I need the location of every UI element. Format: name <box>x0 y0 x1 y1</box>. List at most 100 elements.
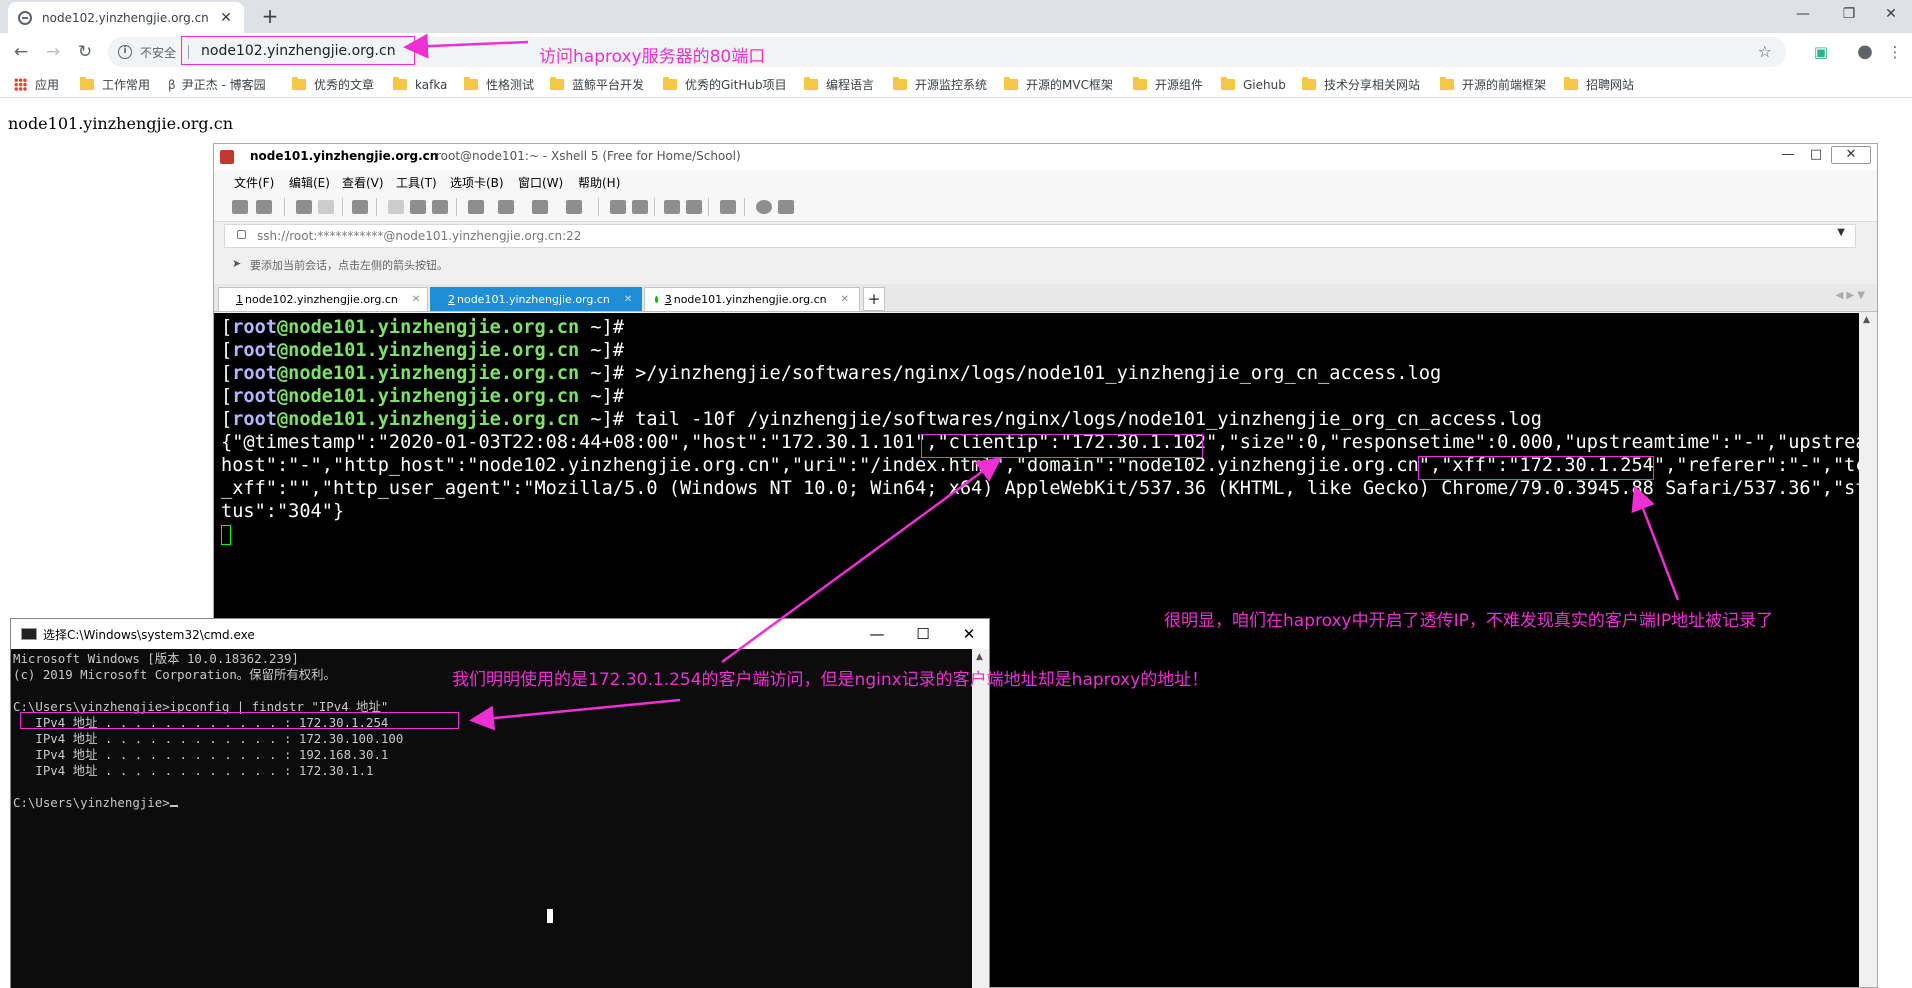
paste-icon[interactable] <box>410 200 426 214</box>
new-tab-button[interactable]: + <box>258 4 282 28</box>
toolbar-separator <box>342 198 343 216</box>
scroll-up-icon[interactable]: ▲ <box>976 652 983 662</box>
menu-view[interactable]: 查看(V) <box>342 174 384 191</box>
bookmark-item[interactable]: 招聘网站 <box>1564 76 1634 93</box>
help-icon[interactable] <box>756 200 772 214</box>
menu-edit[interactable]: 编辑(E) <box>289 174 330 191</box>
menu-window[interactable]: 窗口(W) <box>518 174 563 191</box>
disconnect-icon[interactable] <box>318 200 334 214</box>
bookmark-label: Giehub <box>1243 77 1286 92</box>
session-tab-1[interactable]: 1 node102.yinzhengjie.org.cn ✕ <box>218 287 428 311</box>
scroll-up-icon[interactable]: ▲ <box>1863 315 1870 325</box>
bookmark-item[interactable]: 技术分享相关网站 <box>1302 76 1420 93</box>
cmd-console[interactable]: Microsoft Windows [版本 10.0.18362.239] (c)… <box>11 649 973 988</box>
script-icon[interactable] <box>632 200 648 214</box>
bookmark-label: 蓝鲸平台开发 <box>572 78 645 92</box>
bookmark-item[interactable]: 开源的MVC框架 <box>1004 76 1113 93</box>
close-window-icon[interactable]: ✕ <box>1868 0 1912 29</box>
minimize-icon[interactable]: — <box>857 622 897 646</box>
profile-icon[interactable]: ● <box>1854 41 1876 63</box>
find-icon[interactable] <box>432 200 448 214</box>
bookmark-item[interactable]: Giehub <box>1221 76 1286 93</box>
properties-icon[interactable] <box>352 200 368 214</box>
menu-tabs[interactable]: 选项卡(B) <box>450 174 504 191</box>
folder-icon <box>1302 77 1316 90</box>
minimize-icon[interactable]: — <box>1780 0 1826 29</box>
bookmark-item[interactable]: kafka <box>393 76 447 93</box>
folder-icon <box>1221 77 1235 90</box>
new-session-icon[interactable] <box>232 200 248 214</box>
xshell-title: node101.yinzhengjie.org.cn <box>250 149 439 163</box>
terminal-line: [root@node101.yinzhengjie.org.cn ~]# <box>221 317 625 338</box>
reconnect-icon[interactable] <box>296 200 312 214</box>
toolbar-separator <box>284 198 285 216</box>
close-window-icon[interactable]: ✕ <box>949 622 989 646</box>
bookmark-apps[interactable]: 应用 <box>14 76 59 93</box>
console-scrollbar[interactable]: ▲ <box>972 649 989 988</box>
session-tab-2[interactable]: 2 node101.yinzhengjie.org.cn ✕ <box>430 287 642 311</box>
bookmark-item[interactable]: 开源组件 <box>1133 76 1203 93</box>
close-tab-icon[interactable]: ✕ <box>412 294 420 305</box>
menu-help[interactable]: 帮助(H) <box>578 174 620 191</box>
bookmark-label: 工作常用 <box>102 78 151 92</box>
session-address-bar[interactable]: ssh://root:***********@node101.yinzhengj… <box>224 224 1856 248</box>
terminal-scrollbar[interactable]: ▲ <box>1859 313 1877 987</box>
close-window-icon[interactable]: ✕ <box>1831 146 1871 164</box>
annotation-haproxy-port: 访问haproxy服务器的80端口 <box>539 47 766 67</box>
folder-icon <box>1004 77 1018 90</box>
globe-icon[interactable] <box>532 200 548 214</box>
info-icon[interactable]: i <box>118 45 132 59</box>
menu-file[interactable]: 文件(F) <box>234 174 274 191</box>
bookmark-item[interactable]: 开源监控系统 <box>893 76 987 93</box>
bookmark-item[interactable]: 开源的前端框架 <box>1440 76 1546 93</box>
bookmark-label: 优秀的GitHub项目 <box>685 78 787 92</box>
session-tab-3[interactable]: 3 node101.yinzhengjie.org.cn ✕ <box>644 287 860 311</box>
folder-icon <box>893 77 907 90</box>
bookmark-item[interactable]: 编程语言 <box>804 76 874 93</box>
menu-tools[interactable]: 工具(T) <box>396 174 437 191</box>
bookmark-item[interactable]: 性格测试 <box>464 76 534 93</box>
text-cursor-marker <box>547 909 553 923</box>
close-tab-icon[interactable]: ✕ <box>841 294 849 305</box>
bookmark-item[interactable]: 蓝鲸平台开发 <box>550 76 644 93</box>
lock-icon[interactable] <box>686 200 702 214</box>
tab-label: node102.yinzhengjie.org.cn <box>245 293 398 306</box>
extension-icon[interactable]: ▣ <box>1810 41 1832 63</box>
forward-icon[interactable]: → <box>42 41 64 63</box>
blog-icon: β <box>168 77 176 92</box>
reload-icon[interactable]: ↻ <box>74 41 96 63</box>
tab-scroll-icon[interactable]: ◀ ▶ ▼ <box>1836 290 1865 301</box>
maximize-icon[interactable]: □ <box>1801 145 1831 167</box>
back-icon[interactable]: ← <box>10 41 32 63</box>
keyboard-icon[interactable] <box>720 200 736 214</box>
bookmark-item[interactable]: β 尹正杰 - 博客园 <box>168 76 266 93</box>
menu-icon[interactable]: ⋮ <box>1884 41 1906 63</box>
add-tab-button[interactable]: + <box>863 287 885 311</box>
open-folder-icon[interactable] <box>256 200 272 214</box>
font-icon[interactable] <box>566 200 582 214</box>
maximize-icon[interactable]: ☐ <box>903 622 943 646</box>
add-session-arrow-icon[interactable]: ➤ <box>232 257 241 270</box>
transfer-icon[interactable] <box>498 200 514 214</box>
copy-icon[interactable] <box>388 200 404 214</box>
folder-icon <box>393 77 407 90</box>
close-tab-icon[interactable]: ✕ <box>624 294 632 305</box>
bookmark-item[interactable]: 优秀的GitHub项目 <box>663 76 787 93</box>
xftp-icon[interactable] <box>610 200 626 214</box>
fullscreen-icon[interactable] <box>664 200 680 214</box>
log-line: tus":"304"} <box>221 501 345 522</box>
close-tab-icon[interactable]: ✕ <box>218 10 234 26</box>
restore-icon[interactable]: ❐ <box>1826 0 1872 29</box>
print-icon[interactable] <box>468 200 484 214</box>
session-address: ssh://root:***********@node101.yinzhengj… <box>257 229 582 243</box>
tab-label: node101.yinzhengjie.org.cn <box>673 293 827 306</box>
bookmark-item[interactable]: 优秀的文章 <box>292 76 374 93</box>
star-icon[interactable]: ☆ <box>1758 42 1772 61</box>
bookmark-label: 尹正杰 - 博客园 <box>181 78 266 92</box>
bookmark-item[interactable]: 工作常用 <box>80 76 150 93</box>
chevron-down-icon[interactable]: ▼ <box>1837 227 1845 238</box>
browser-tab[interactable]: node102.yinzhengjie.org.cn ✕ <box>8 2 244 33</box>
minimize-icon[interactable]: — <box>1773 145 1803 167</box>
chat-icon[interactable] <box>778 200 794 214</box>
annotation-transparent-ip: 很明显，咱们在haproxy中开启了透传IP，不难发现真实的客户端IP地址被记录… <box>1164 611 1774 631</box>
